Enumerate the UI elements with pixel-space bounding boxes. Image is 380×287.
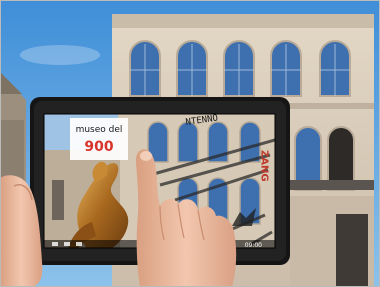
ar-photo-scene: museo del 900 NTENNO ZANG 09:00 bbox=[0, 0, 380, 287]
museo-sign-line2: 900 bbox=[84, 139, 113, 155]
photo-illustration: museo del 900 NTENNO ZANG 09:00 bbox=[0, 0, 380, 287]
artwork-text-right: ZANG bbox=[259, 150, 270, 182]
museo-sign-line1: museo del bbox=[76, 125, 123, 135]
